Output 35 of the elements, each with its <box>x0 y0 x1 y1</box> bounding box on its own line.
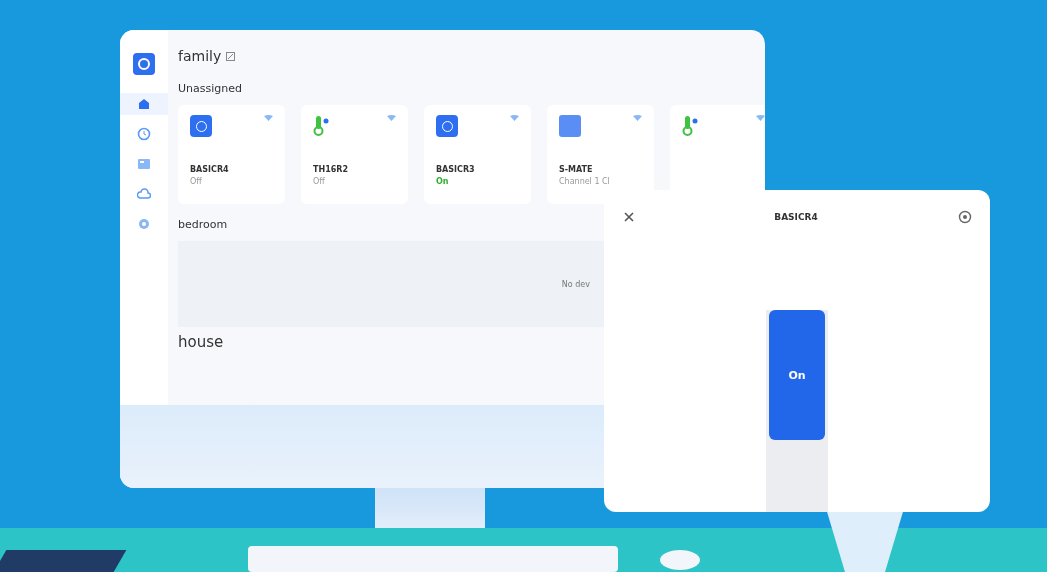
empty-note: No dev <box>561 279 590 289</box>
section-title: Unassigned <box>178 82 243 95</box>
device-status: Off <box>190 177 203 186</box>
device-name: BASICR3 <box>436 165 476 174</box>
wifi-icon <box>387 115 396 121</box>
home-icon[interactable] <box>120 93 168 115</box>
close-icon[interactable] <box>624 212 634 222</box>
device-status: Channel 1 Cl <box>559 177 611 186</box>
switch-panel-icon <box>559 115 581 137</box>
device-name: TH16R2 <box>313 165 349 174</box>
socket-icon <box>436 115 458 137</box>
device-name: S-MATE <box>559 165 594 174</box>
edit-icon[interactable] <box>226 51 236 61</box>
switch-knob[interactable]: On <box>769 310 825 440</box>
settings-icon[interactable] <box>958 210 972 224</box>
wifi-icon <box>756 115 765 121</box>
wifi-icon <box>510 115 519 121</box>
device-card[interactable]: TH16R2 Off <box>301 105 408 204</box>
dialog-title: BASICR4 <box>774 212 818 222</box>
socket-icon <box>190 115 212 137</box>
section-title: house <box>178 333 225 351</box>
thermometer-icon <box>313 115 331 137</box>
home-title: family <box>178 48 222 64</box>
power-switch[interactable]: On <box>766 310 828 512</box>
device-name: BASICR4 <box>190 165 230 174</box>
device-status: On <box>436 177 450 186</box>
wifi-icon <box>633 115 642 121</box>
device-card[interactable]: BASICR3 On <box>424 105 531 204</box>
app-logo-icon <box>133 53 155 75</box>
device-status: Off <box>313 177 326 186</box>
device-card[interactable]: S-MATE Channel 1 Cl <box>547 105 654 204</box>
wifi-icon <box>264 115 273 121</box>
thermometer-icon <box>682 115 700 137</box>
section-title: bedroom <box>178 218 229 231</box>
device-card[interactable]: BASICR4 Off <box>178 105 285 204</box>
